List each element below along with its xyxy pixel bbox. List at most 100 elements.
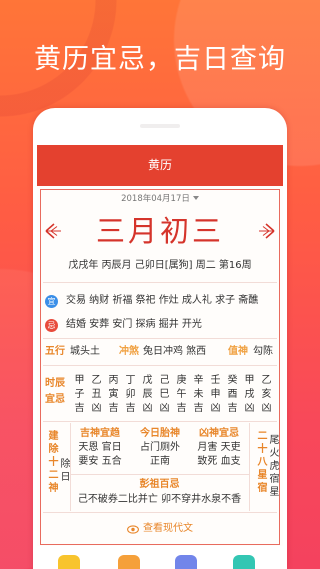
arrow-left-ornament-icon[interactable]: [44, 221, 62, 241]
zhishen-value: 勾陈: [253, 346, 273, 357]
wuxing-value: 城头土: [70, 346, 100, 357]
arrow-right-ornament-icon[interactable]: [258, 221, 276, 241]
hour-branch: 寅: [108, 389, 119, 400]
hour-column: 甲戌凶: [241, 374, 258, 416]
hour-luck: 凶: [91, 403, 102, 414]
app-shortcut-icon[interactable]: [175, 555, 197, 569]
hour-stem: 甲: [244, 375, 255, 386]
hour-branch: 巳: [159, 389, 170, 400]
app-shortcut-icon[interactable]: [118, 555, 140, 569]
zhishen-label: 值神: [228, 346, 248, 357]
yi-badge: 宜: [45, 295, 58, 308]
hour-stem: 己: [159, 375, 170, 386]
divider: [43, 365, 277, 366]
hour-branch: 午: [176, 389, 187, 400]
hour-column: 辛未吉: [190, 374, 207, 416]
ganzhi-line: 戊戌年 丙辰月 己卯日[属狗] 周二 第16周: [68, 260, 252, 271]
shortcut-bar: [37, 546, 283, 569]
hours-label-top: 时辰: [45, 378, 65, 389]
god-line: 占门厕外: [140, 442, 180, 453]
hour-stem: 癸: [227, 375, 238, 386]
divider: [43, 421, 277, 422]
xingxiu-label: 二十八星宿: [255, 430, 266, 495]
hour-column: 乙亥凶: [258, 374, 275, 416]
hour-stem: 丙: [108, 375, 119, 386]
phone-speaker: [140, 124, 180, 128]
app-shortcut-icon[interactable]: [233, 555, 255, 569]
hour-stem: 庚: [176, 375, 187, 386]
ji-badge: 忌: [45, 319, 58, 332]
phone-mockup: 黄历 2018年04月17日 三月初三 戊戌年 丙辰月 己卯日[属狗] 周二 第…: [33, 108, 287, 569]
app-title: 黄历: [147, 158, 172, 172]
hour-column: 丁卯吉: [122, 374, 139, 416]
chevron-down-icon: [192, 196, 199, 200]
hour-column: 癸酉吉: [224, 374, 241, 416]
divider: [43, 282, 277, 283]
chongsha-value: 兔日冲鸡 煞西: [143, 346, 207, 357]
hour-branch: 戌: [244, 389, 255, 400]
hour-luck: 吉: [125, 403, 136, 414]
hour-luck: 凶: [159, 403, 170, 414]
promo-headline: 黄历宜忌，吉日查询: [34, 44, 286, 75]
jianchu-value: 除日: [58, 458, 69, 484]
hour-branch: 亥: [261, 389, 272, 400]
hour-column: 庚午吉: [173, 374, 190, 416]
hour-stem: 丁: [125, 375, 136, 386]
chongsha-label: 冲煞: [119, 346, 139, 357]
hour-stem: 壬: [210, 375, 221, 386]
hour-branch: 未: [193, 389, 204, 400]
lunar-date: 三月初三: [95, 214, 224, 248]
pengzu-text: 己不破券二比并亡 卯不穿井水泉不香: [77, 494, 242, 505]
eye-icon: [127, 524, 139, 534]
hour-column: 甲子吉: [71, 374, 88, 416]
hour-branch: 酉: [227, 389, 238, 400]
god-line: 月害 天吏: [197, 442, 241, 453]
pengzu-title: 彭祖百忌: [139, 479, 180, 490]
god-line: 要安 五合: [78, 456, 122, 467]
hour-luck: 吉: [176, 403, 187, 414]
hour-stem: 甲: [74, 375, 85, 386]
xingxiu-value: 尾火虎宿星: [267, 434, 278, 499]
hour-luck: 吉: [108, 403, 119, 414]
hour-stem: 乙: [91, 375, 102, 386]
app-screen: 黄历 2018年04月17日 三月初三 戊戌年 丙辰月 己卯日[属狗] 周二 第…: [37, 145, 283, 569]
hour-column: 壬申凶: [207, 374, 224, 416]
jianchu-label: 建除十二神: [46, 430, 57, 495]
hours-table: 甲子吉乙丑凶丙寅吉丁卯吉戊辰凶己巳凶庚午吉辛未吉壬申凶癸酉吉甲戌凶乙亥凶: [71, 374, 275, 416]
inauspicious-gods-block: 凶神宜忌 月害 天吏 致死 血支: [189, 427, 249, 469]
app-shortcut-icon[interactable]: [58, 555, 80, 569]
hour-branch: 申: [210, 389, 221, 400]
hour-column: 乙丑凶: [88, 374, 105, 416]
divider: [43, 512, 277, 513]
wuxing-label: 五行: [45, 346, 65, 357]
hour-stem: 戊: [142, 375, 153, 386]
hour-branch: 丑: [91, 389, 102, 400]
yi-items: 交易 纳财 祈福 祭祀 作灶 成人礼 求子 斋醮: [66, 295, 259, 306]
god-title: 凶神宜忌: [199, 428, 239, 439]
hour-luck: 凶: [244, 403, 255, 414]
god-line: 天恩 官日: [78, 442, 122, 453]
hour-stem: 辛: [193, 375, 204, 386]
ji-items: 结婚 安葬 安门 探病 掘井 开光: [66, 319, 202, 330]
god-title: 今日胎神: [140, 428, 180, 439]
fetal-god-block: 今日胎神 占门厕外 正南: [130, 427, 190, 469]
god-title: 吉神宜趋: [80, 428, 120, 439]
hour-column: 戊辰凶: [139, 374, 156, 416]
hour-column: 丙寅吉: [105, 374, 122, 416]
hours-label-bottom: 宜忌: [45, 394, 65, 405]
view-modern-text-link[interactable]: 查看现代文: [110, 522, 210, 536]
hour-branch: 卯: [125, 389, 136, 400]
view-modern-text-label: 查看现代文: [143, 523, 193, 534]
auspicious-gods-block: 吉神宜趋 天恩 官日 要安 五合: [70, 427, 130, 469]
hour-branch: 辰: [142, 389, 153, 400]
hour-stem: 乙: [261, 375, 272, 386]
date-picker[interactable]: 2018年04月17日: [110, 193, 210, 205]
hour-branch: 子: [74, 389, 85, 400]
column-separator: [249, 423, 250, 511]
hour-column: 己巳凶: [156, 374, 173, 416]
hour-luck: 吉: [227, 403, 238, 414]
hour-luck: 凶: [261, 403, 272, 414]
divider: [43, 338, 277, 339]
selected-date: 2018年04月17日: [121, 194, 190, 204]
hour-luck: 凶: [142, 403, 153, 414]
